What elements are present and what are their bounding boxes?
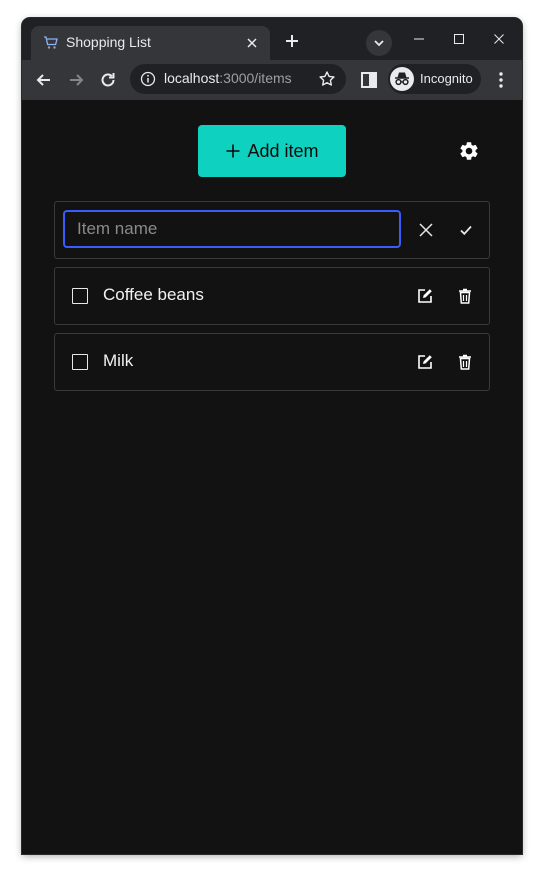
tab-strip: Shopping List xyxy=(22,18,522,60)
forward-arrow-icon[interactable] xyxy=(66,70,86,90)
new-item-form xyxy=(54,201,490,259)
add-item-button[interactable]: Add item xyxy=(198,125,346,177)
url-host: localhost xyxy=(164,70,220,86)
reload-icon[interactable] xyxy=(98,70,118,90)
item-name-input[interactable] xyxy=(63,210,401,248)
maximize-icon[interactable] xyxy=(452,32,466,46)
close-window-icon[interactable] xyxy=(492,32,506,46)
trash-icon[interactable] xyxy=(456,287,474,305)
tab-shopping-list[interactable]: Shopping List xyxy=(31,26,270,60)
back-arrow-icon[interactable] xyxy=(34,70,54,90)
side-panel-icon[interactable] xyxy=(359,70,379,90)
trash-icon[interactable] xyxy=(456,353,474,371)
browser-window: Shopping List localhost:3000/items Incog… xyxy=(22,18,522,854)
gear-icon[interactable] xyxy=(458,140,480,162)
list-item: Milk xyxy=(54,333,490,391)
new-tab-icon[interactable] xyxy=(280,29,304,53)
address-bar[interactable]: localhost:3000/items xyxy=(130,64,346,94)
item-label: Coffee beans xyxy=(103,285,204,304)
edit-icon[interactable] xyxy=(416,353,434,371)
edit-icon[interactable] xyxy=(416,287,434,305)
item-checkbox[interactable] xyxy=(72,288,88,304)
incognito-label: Incognito xyxy=(420,71,473,86)
cancel-icon[interactable] xyxy=(417,221,435,239)
add-item-label: Add item xyxy=(247,140,319,161)
minimize-icon[interactable] xyxy=(412,32,426,46)
tab-search-button[interactable] xyxy=(366,30,392,56)
close-tab-icon[interactable] xyxy=(244,35,260,51)
item-label: Milk xyxy=(103,351,134,370)
plus-icon xyxy=(226,144,240,158)
url-text: localhost:3000/items xyxy=(164,70,292,86)
chevron-down-icon xyxy=(374,40,384,47)
cart-icon xyxy=(44,36,58,49)
menu-kebab-icon[interactable] xyxy=(491,70,511,90)
info-icon[interactable] xyxy=(140,71,156,87)
incognito-profile-button[interactable]: Incognito xyxy=(388,64,481,94)
check-icon[interactable] xyxy=(457,221,475,239)
list-item: Coffee beans xyxy=(54,267,490,325)
item-checkbox[interactable] xyxy=(72,354,88,370)
url-path: :3000/items xyxy=(219,70,292,86)
tab-title: Shopping List xyxy=(66,34,151,50)
incognito-icon xyxy=(390,67,414,91)
browser-toolbar: localhost:3000/items Incognito xyxy=(22,60,522,100)
bookmark-star-icon[interactable] xyxy=(318,70,336,88)
page-content: Add item Coffee beans xyxy=(22,100,522,854)
